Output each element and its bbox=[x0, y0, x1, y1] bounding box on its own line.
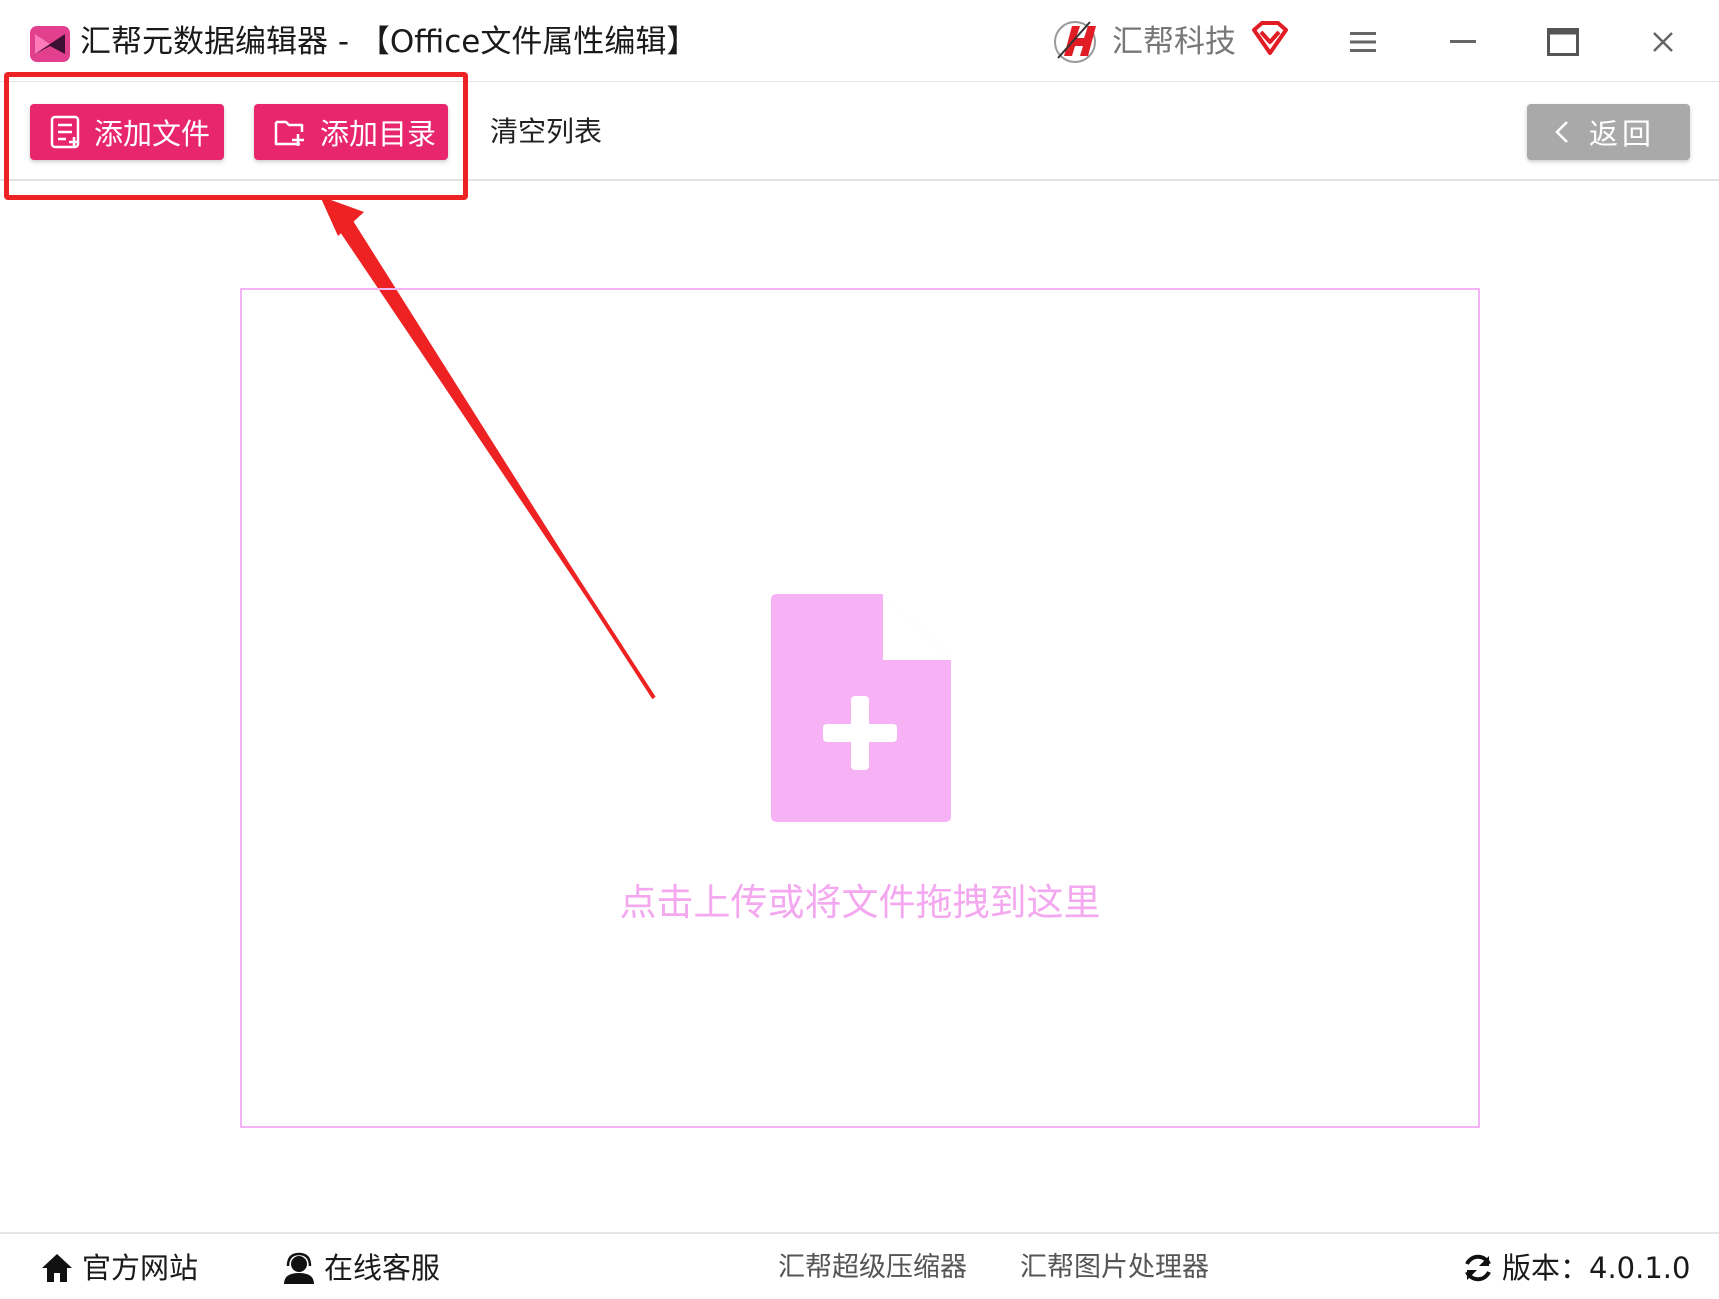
official-website-link[interactable]: 官方网站 bbox=[40, 1246, 198, 1290]
maximize-button[interactable] bbox=[1533, 16, 1593, 68]
image-processor-link[interactable]: 汇帮图片处理器 bbox=[1020, 1246, 1209, 1290]
hamburger-menu-icon bbox=[1350, 32, 1376, 52]
drop-zone-hint: 点击上传或将文件拖拽到这里 bbox=[619, 881, 1101, 924]
home-icon bbox=[42, 1254, 72, 1282]
back-label: 返回 bbox=[1589, 117, 1656, 151]
compressor-link[interactable]: 汇帮超级压缩器 bbox=[778, 1246, 967, 1290]
file-plus-icon bbox=[771, 594, 951, 822]
maximize-icon bbox=[1547, 28, 1579, 56]
chevron-left-icon bbox=[1555, 121, 1568, 143]
app-window: 汇帮元数据编辑器 - 【Office文件属性编辑】 汇帮科技 添加文件 添加目录… bbox=[0, 0, 1719, 1299]
headset-icon bbox=[284, 1252, 314, 1284]
status-bar: 官方网站 在线客服 汇帮超级压缩器 汇帮图片处理器 版本：4.0.1.0 bbox=[0, 1232, 1719, 1299]
minimize-button[interactable] bbox=[1433, 16, 1493, 68]
online-service-link[interactable]: 在线客服 bbox=[282, 1246, 440, 1290]
toolbar: 添加文件 添加目录 清空列表 返回 bbox=[0, 83, 1719, 181]
file-list-icon bbox=[50, 115, 80, 149]
back-button[interactable]: 返回 bbox=[1527, 104, 1690, 160]
version-info[interactable]: 版本：4.0.1.0 bbox=[1462, 1246, 1690, 1290]
app-logo-icon bbox=[30, 26, 70, 62]
menu-button[interactable] bbox=[1333, 16, 1393, 68]
add-directory-label: 添加目录 bbox=[320, 117, 437, 151]
online-service-label: 在线客服 bbox=[324, 1251, 441, 1285]
vip-diamond-icon[interactable] bbox=[1250, 20, 1290, 56]
official-website-label: 官方网站 bbox=[82, 1251, 199, 1285]
add-file-label: 添加文件 bbox=[94, 117, 211, 151]
version-label: 版本：4.0.1.0 bbox=[1502, 1251, 1691, 1285]
refresh-icon bbox=[1465, 1254, 1491, 1282]
minimize-icon bbox=[1450, 40, 1476, 43]
close-button[interactable] bbox=[1633, 16, 1693, 68]
folder-plus-icon bbox=[274, 120, 304, 146]
add-file-button[interactable]: 添加文件 bbox=[30, 104, 224, 160]
window-title: 汇帮元数据编辑器 - 【Office文件属性编辑】 bbox=[80, 24, 698, 60]
add-directory-button[interactable]: 添加目录 bbox=[254, 104, 448, 160]
clear-list-button[interactable]: 清空列表 bbox=[490, 104, 602, 160]
file-drop-zone[interactable]: 点击上传或将文件拖拽到这里 bbox=[240, 288, 1480, 1128]
brand-logo-icon bbox=[1054, 21, 1096, 63]
title-bar: 汇帮元数据编辑器 - 【Office文件属性编辑】 汇帮科技 bbox=[0, 0, 1719, 82]
brand-name: 汇帮科技 bbox=[1112, 24, 1236, 60]
close-icon bbox=[1653, 32, 1673, 52]
